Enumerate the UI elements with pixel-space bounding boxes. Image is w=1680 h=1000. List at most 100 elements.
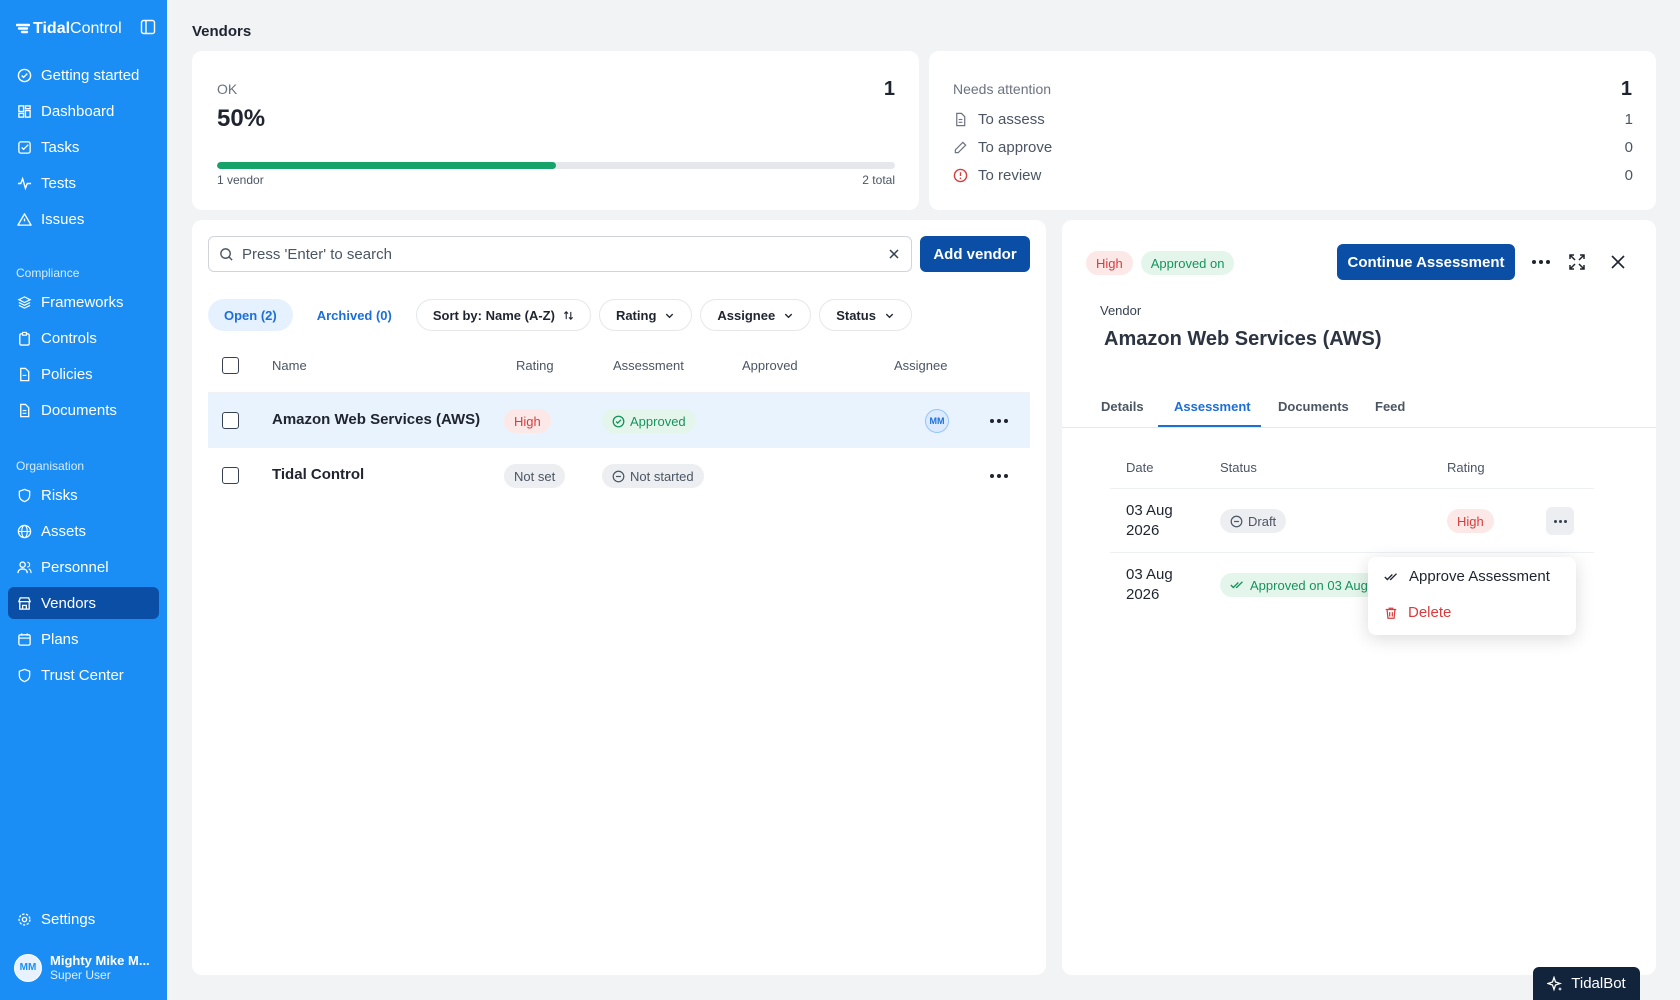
expand-icon[interactable]: [1568, 253, 1586, 271]
check-circle-icon: [612, 415, 625, 427]
assessment-actions-menu: Approve Assessment Delete: [1368, 557, 1576, 635]
sidebar-item-dashboard[interactable]: Dashboard: [8, 95, 159, 127]
add-vendor-button[interactable]: Add vendor: [920, 236, 1030, 272]
nav-organisation: Organisation Risks Assets Personnel Vend…: [8, 459, 159, 695]
approve-assessment-menu-item[interactable]: Approve Assessment: [1384, 568, 1550, 585]
warning-icon: [17, 212, 32, 226]
nav-settings: Settings: [8, 903, 159, 939]
table-row[interactable]: 03 Aug 2026 Draft High: [1110, 488, 1594, 552]
select-all-checkbox[interactable]: [222, 357, 239, 374]
users-icon: [17, 560, 32, 573]
avatar: MM: [14, 953, 42, 982]
table-row[interactable]: Tidal Control Not set Not started: [208, 448, 1030, 504]
tab-assessment[interactable]: Assessment: [1174, 399, 1251, 414]
column-assignee[interactable]: Assignee: [894, 358, 947, 373]
delete-menu-item[interactable]: Delete: [1384, 604, 1451, 621]
sidebar-item-vendors[interactable]: Vendors: [8, 587, 159, 619]
column-name[interactable]: Name: [272, 358, 307, 373]
search-placeholder: Press 'Enter' to search: [242, 245, 392, 263]
rating-filter[interactable]: Rating: [598, 299, 693, 331]
search-input[interactable]: Press 'Enter' to search: [208, 236, 912, 272]
column-rating[interactable]: Rating: [516, 358, 554, 373]
sort-button[interactable]: Sort by: Name (A-Z): [415, 299, 591, 331]
sidebar-item-policies[interactable]: Policies: [8, 358, 159, 390]
tab-details[interactable]: Details: [1101, 399, 1144, 414]
to-assess-row[interactable]: To assess 1: [953, 111, 1633, 128]
section-label-organisation: Organisation: [16, 459, 85, 473]
tab-open[interactable]: Open (2): [208, 299, 293, 331]
row-checkbox[interactable]: [222, 412, 239, 429]
continue-assessment-button[interactable]: Continue Assessment: [1337, 244, 1515, 280]
close-icon[interactable]: [1609, 253, 1627, 271]
filter-label: Assignee: [717, 307, 776, 323]
table-header: Name Rating Assessment Approved Assignee: [208, 348, 1030, 384]
tidalbot-button[interactable]: TidalBot: [1533, 967, 1640, 1000]
table-row[interactable]: Amazon Web Services (AWS) High Approved …: [208, 392, 1030, 448]
sidebar-item-settings[interactable]: Settings: [8, 903, 159, 935]
user-profile[interactable]: MM Mighty Mike M... Super User: [14, 953, 150, 982]
sidebar-item-getting-started[interactable]: Getting started: [8, 59, 159, 91]
calendar-icon: [18, 632, 31, 646]
sidebar-item-label: Documents: [41, 401, 117, 419]
tab-archived[interactable]: Archived (0): [300, 299, 408, 331]
sort-icon: [563, 310, 573, 320]
row-actions-icon[interactable]: [990, 419, 1008, 423]
tab-feed[interactable]: Feed: [1375, 399, 1405, 414]
column-status: Status: [1220, 460, 1257, 475]
sidebar-item-tasks[interactable]: Tasks: [8, 131, 159, 163]
rating-badge: Not set: [504, 464, 566, 488]
to-review-row[interactable]: To review 0: [953, 167, 1633, 184]
vendor-name[interactable]: Tidal Control: [272, 466, 364, 483]
menu-item-label: Delete: [1408, 604, 1452, 621]
ok-count: 1: [883, 78, 895, 100]
attention-row-value: 1: [1624, 111, 1633, 128]
assessment-actions-button[interactable]: [1546, 507, 1574, 535]
trash-icon: [1385, 607, 1397, 619]
check-circle-icon: [17, 68, 32, 82]
sidebar-item-tests[interactable]: Tests: [8, 167, 159, 199]
vendor-name[interactable]: Amazon Web Services (AWS): [272, 411, 480, 428]
row-actions-icon[interactable]: [990, 474, 1008, 478]
filter-label: Status: [836, 307, 876, 323]
app-logo[interactable]: TidalControl: [16, 20, 122, 38]
column-approved[interactable]: Approved: [742, 358, 798, 373]
attention-row-label: To review: [978, 167, 1042, 184]
ok-vendor-caption: 1 vendor: [217, 173, 264, 187]
attention-row-value: 0: [1624, 167, 1633, 184]
attention-row-value: 0: [1624, 139, 1633, 156]
sidebar-item-personnel[interactable]: Personnel: [8, 551, 159, 583]
assessment-badge: Not started: [602, 464, 704, 488]
to-approve-row[interactable]: To approve 0: [953, 139, 1633, 156]
double-check-icon: [1230, 581, 1243, 589]
sidebar-item-label: Issues: [41, 210, 85, 228]
assignee-avatar[interactable]: MM: [925, 409, 949, 433]
nav-compliance: Compliance Frameworks Controls Policies …: [8, 266, 159, 430]
sidebar-item-label: Vendors: [41, 594, 97, 612]
sidebar-item-assets[interactable]: Assets: [8, 515, 159, 547]
more-options-icon[interactable]: [1532, 260, 1550, 264]
row-checkbox[interactable]: [222, 467, 239, 484]
tab-documents[interactable]: Documents: [1278, 399, 1349, 414]
brand: TidalControl: [16, 18, 156, 38]
sidebar-item-label: Personnel: [41, 558, 109, 576]
sidebar-item-documents[interactable]: Documents: [8, 394, 159, 426]
attention-count: 1: [1620, 78, 1632, 100]
clear-search-icon[interactable]: [887, 247, 901, 261]
sidebar-item-frameworks[interactable]: Frameworks: [8, 286, 159, 318]
detail-tabs: Details Assessment Documents Feed: [1062, 388, 1656, 428]
sidebar-item-controls[interactable]: Controls: [8, 322, 159, 354]
ok-progress-fill: [217, 162, 556, 169]
sidebar-item-label: Assets: [41, 522, 87, 540]
status-filter[interactable]: Status: [819, 299, 912, 331]
sidebar-item-issues[interactable]: Issues: [8, 203, 159, 235]
minus-circle-icon: [612, 470, 625, 482]
sidebar-item-trust-center[interactable]: Trust Center: [8, 659, 159, 691]
sidebar-item-plans[interactable]: Plans: [8, 623, 159, 655]
collapse-sidebar-icon[interactable]: [140, 19, 156, 35]
assignee-filter[interactable]: Assignee: [700, 299, 812, 331]
ok-percent: 50%: [217, 105, 266, 132]
user-role: Super User: [50, 968, 111, 982]
sidebar-item-risks[interactable]: Risks: [8, 479, 159, 511]
column-assessment[interactable]: Assessment: [613, 358, 684, 373]
app-name: TidalControl: [33, 20, 122, 37]
